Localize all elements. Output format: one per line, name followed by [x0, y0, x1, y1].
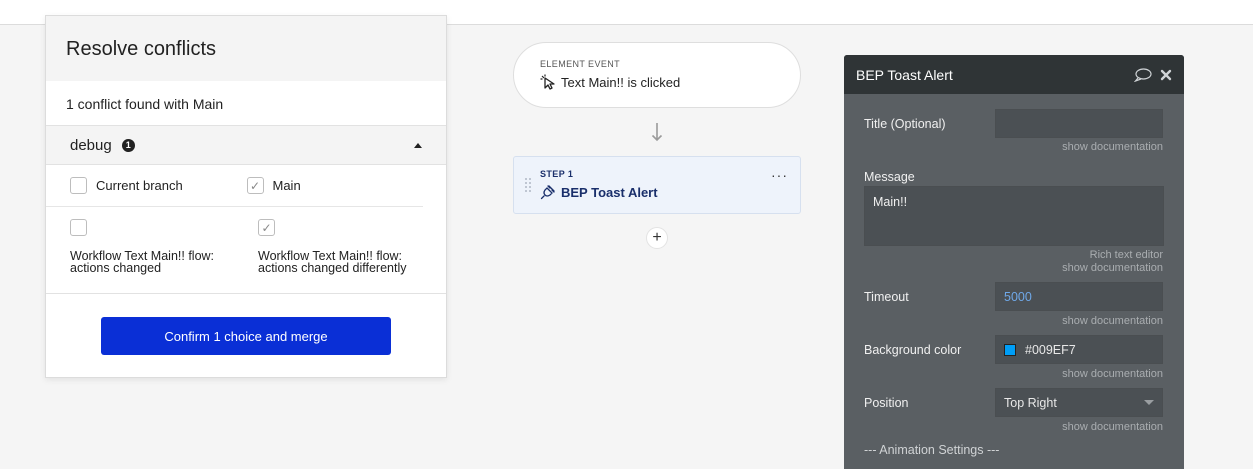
- editor-title: BEP Toast Alert: [856, 66, 953, 83]
- background-color-input[interactable]: #009EF7: [995, 335, 1163, 364]
- position-select[interactable]: Top Right: [995, 388, 1163, 417]
- confirm-merge-button[interactable]: Confirm 1 choice and merge: [101, 317, 391, 355]
- check-icon: ✓: [249, 178, 261, 193]
- close-icon[interactable]: [1160, 69, 1172, 81]
- column-header-row: Current branch ✓ Main: [46, 165, 423, 207]
- conflict-count-text: 1 conflict found with Main: [66, 96, 224, 112]
- background-color-value: #009EF7: [1025, 342, 1076, 357]
- resolve-conflicts-panel: Resolve conflicts 1 conflict found with …: [45, 15, 447, 378]
- title-field-label: Title (Optional): [864, 117, 946, 131]
- confirm-area: Confirm 1 choice and merge: [46, 294, 446, 378]
- more-options-icon[interactable]: ···: [771, 167, 788, 183]
- element-event-card[interactable]: ELEMENT EVENT Text Main!! is clicked: [513, 42, 801, 108]
- message-show-documentation[interactable]: show documentation: [1062, 262, 1163, 274]
- section-count-badge: 1: [121, 138, 135, 152]
- rich-text-editor-link[interactable]: Rich text editor: [1090, 249, 1163, 261]
- title-input[interactable]: [995, 109, 1163, 138]
- title-show-documentation[interactable]: show documentation: [1062, 141, 1163, 153]
- check-icon: ✓: [261, 220, 272, 235]
- position-value: Top Right: [1004, 395, 1057, 410]
- event-title: Text Main!! is clicked: [561, 74, 681, 90]
- add-step-button[interactable]: +: [646, 227, 668, 249]
- current-change-description: Workflow Text Main!! flow: actions chang…: [70, 249, 215, 275]
- bg-show-documentation[interactable]: show documentation: [1062, 368, 1163, 380]
- current-branch-label: Current branch: [96, 178, 183, 193]
- position-show-documentation[interactable]: show documentation: [1062, 421, 1163, 433]
- current-branch-checkbox[interactable]: [70, 177, 87, 194]
- collapse-caret-icon[interactable]: [414, 142, 422, 148]
- step-number-label: STEP 1: [540, 169, 574, 179]
- arrow-down-icon: [651, 123, 663, 142]
- drag-handle-icon[interactable]: [524, 177, 532, 193]
- main-checkbox[interactable]: ✓: [246, 177, 264, 194]
- comment-icon[interactable]: [1134, 67, 1152, 82]
- conflict-section-header[interactable]: debug 1: [46, 125, 446, 165]
- panel-title: Resolve conflicts: [46, 16, 446, 81]
- main-label: Main: [272, 178, 301, 193]
- step-card[interactable]: STEP 1 BEP Toast Alert ···: [513, 156, 801, 214]
- cursor-click-icon: [540, 74, 555, 90]
- background-color-label: Background color: [864, 343, 962, 357]
- property-editor: BEP Toast Alert Title (Optional) show do…: [844, 55, 1184, 469]
- timeout-show-documentation[interactable]: show documentation: [1062, 315, 1163, 327]
- plugin-icon: [540, 185, 555, 200]
- position-label: Position: [864, 396, 909, 410]
- conflict-row: Workflow Text Main!! flow: actions chang…: [46, 207, 446, 294]
- timeout-input[interactable]: 5000: [995, 282, 1163, 311]
- current-choice-checkbox[interactable]: [70, 219, 87, 236]
- section-name: debug: [70, 136, 112, 154]
- animation-settings-heading: --- Animation Settings ---: [864, 443, 1000, 457]
- event-type-label: ELEMENT EVENT: [540, 59, 621, 69]
- message-label: Message: [864, 170, 915, 184]
- color-swatch[interactable]: [1004, 343, 1016, 356]
- main-change-description: Workflow Text Main!! flow: actions chang…: [258, 249, 407, 275]
- main-choice-checkbox[interactable]: ✓: [258, 219, 275, 236]
- chevron-down-icon: [1144, 400, 1154, 405]
- message-textarea[interactable]: Main!!: [864, 186, 1164, 246]
- timeout-label: Timeout: [864, 290, 909, 304]
- step-title: BEP Toast Alert: [561, 184, 658, 200]
